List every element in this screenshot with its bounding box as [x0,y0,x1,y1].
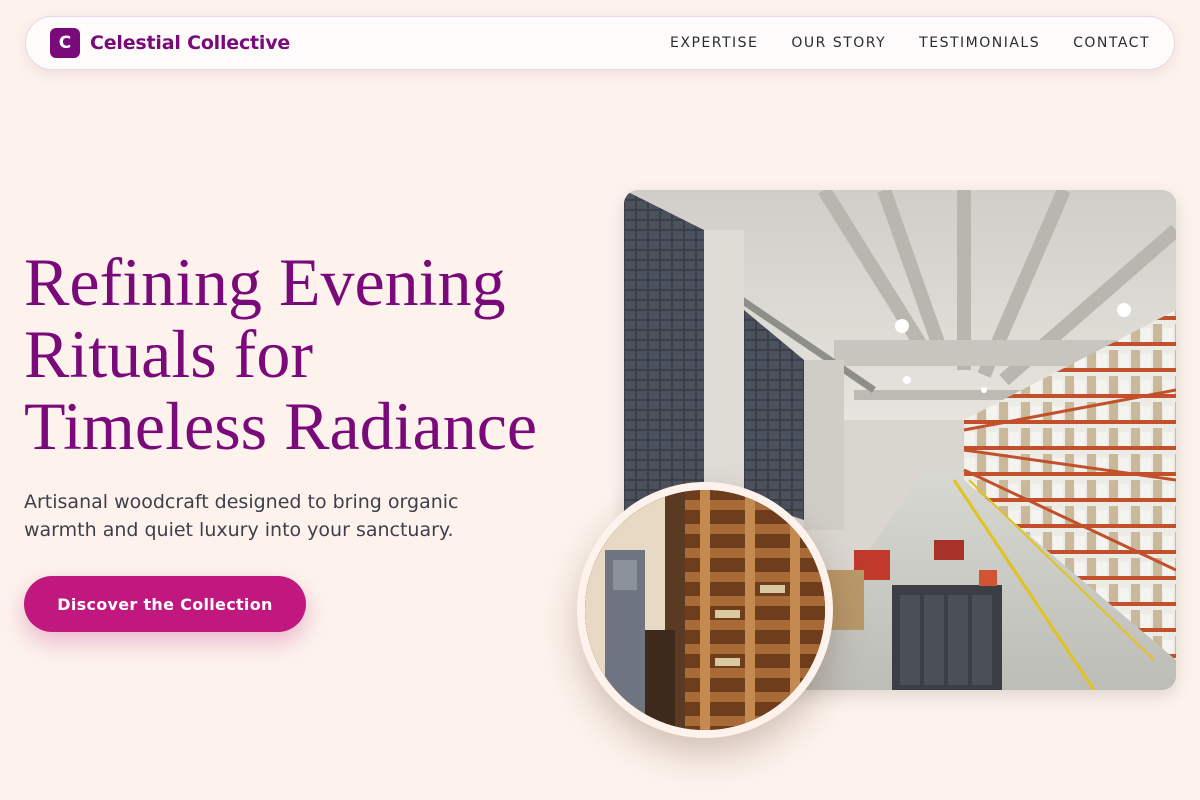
discover-collection-button[interactable]: Discover the Collection [24,576,306,632]
brand-name: Celestial Collective [90,32,291,54]
nav-item-our-story[interactable]: OUR STORY [791,35,886,51]
pallets-inset-image [577,482,833,738]
page: C Celestial Collective EXPERTISE OUR STO… [0,0,1200,800]
navbar: C Celestial Collective EXPERTISE OUR STO… [25,16,1175,70]
hero-headline: Refining Evening Rituals for Timeless Ra… [24,246,604,462]
headline-line: Rituals for [24,316,313,392]
hero-subtitle: Artisanal woodcraft designed to bring or… [24,491,459,541]
headline-line: Refining Evening [24,244,506,320]
brand-mark-icon: C [50,28,80,58]
headline-line: Timeless Radiance [24,388,538,464]
nav-item-expertise[interactable]: EXPERTISE [670,35,758,51]
nav-item-contact[interactable]: CONTACT [1073,35,1150,51]
nav-item-testimonials[interactable]: TESTIMONIALS [919,35,1040,51]
brand-logo[interactable]: C Celestial Collective [50,28,290,58]
main-nav: EXPERTISE OUR STORY TESTIMONIALS CONTACT [670,35,1150,51]
